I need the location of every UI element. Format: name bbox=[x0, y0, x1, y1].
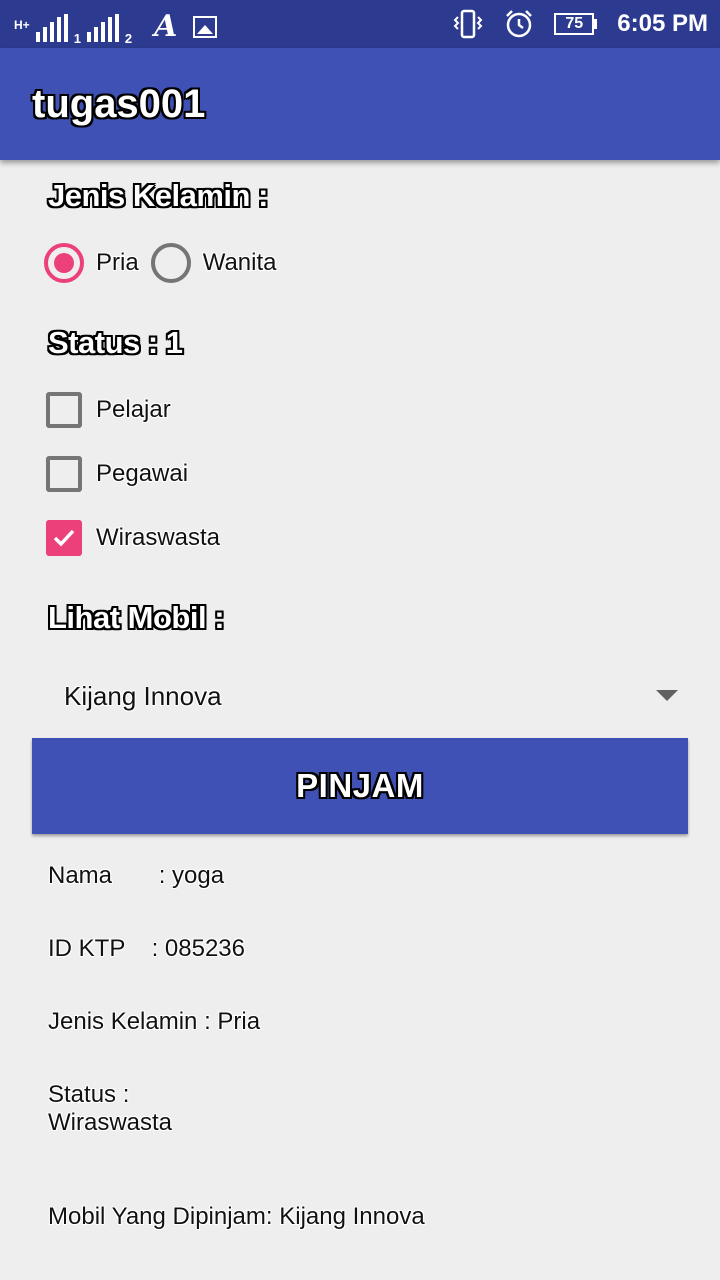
checkbox-pelajar[interactable] bbox=[46, 392, 82, 428]
status-heading: Status : 1 bbox=[48, 325, 183, 360]
result-status-value: Wiraswasta bbox=[48, 1109, 173, 1136]
result-jenis-kelamin: Jenis Kelamin : Pria bbox=[48, 1008, 261, 1035]
car-heading: Lihat Mobil : bbox=[48, 600, 225, 635]
checkbox-pegawai[interactable] bbox=[46, 456, 82, 492]
dropdown-arrow-icon[interactable] bbox=[656, 690, 678, 701]
checkbox-wiraswasta-label[interactable]: Wiraswasta bbox=[96, 524, 220, 552]
alarm-icon bbox=[506, 10, 533, 38]
pinjam-button[interactable]: PINJAM bbox=[32, 738, 688, 834]
check-icon bbox=[53, 529, 75, 547]
vibrate-icon bbox=[453, 9, 483, 39]
signal-icon bbox=[35, 14, 68, 42]
signal-icon bbox=[86, 14, 119, 42]
checkbox-pelajar-row[interactable]: Pelajar bbox=[46, 392, 171, 428]
radio-wanita-label[interactable]: Wanita bbox=[203, 249, 277, 277]
car-spinner-value[interactable]: Kijang Innova bbox=[64, 681, 222, 712]
clock: 6:05 PM bbox=[617, 10, 708, 37]
checkbox-wiraswasta[interactable] bbox=[46, 520, 82, 556]
radio-wanita[interactable] bbox=[150, 243, 191, 283]
status-bar: H+ 1 2 A 75 6:05 PM bbox=[0, 0, 720, 48]
status-bar-left: H+ 1 2 A bbox=[14, 8, 218, 46]
sim1-label: 1 bbox=[73, 31, 81, 46]
result-nama: Nama : yoga bbox=[48, 862, 225, 889]
gender-radio-group: Pria Wanita bbox=[44, 243, 289, 283]
battery-icon: 75 bbox=[554, 13, 598, 35]
result-status-label: Status : bbox=[48, 1081, 130, 1108]
checkbox-wiraswasta-row[interactable]: Wiraswasta bbox=[46, 520, 220, 556]
sim2-label: 2 bbox=[124, 31, 133, 46]
checkbox-pelajar-label[interactable]: Pelajar bbox=[96, 396, 171, 424]
checkbox-pegawai-row[interactable]: Pegawai bbox=[46, 456, 188, 492]
result-mobil: Mobil Yang Dipinjam: Kijang Innova bbox=[48, 1203, 425, 1230]
car-spinner[interactable]: Kijang Innova bbox=[32, 668, 688, 726]
image-icon bbox=[193, 16, 218, 38]
pinjam-button-label[interactable]: PINJAM bbox=[296, 767, 424, 805]
app-title: tugas001 bbox=[32, 82, 206, 126]
result-id-ktp: ID KTP : 085236 bbox=[48, 935, 246, 962]
status-bar-right: 75 6:05 PM bbox=[452, 6, 708, 42]
radio-pria-label[interactable]: Pria bbox=[96, 249, 139, 277]
radio-pria[interactable] bbox=[44, 243, 84, 283]
checkbox-pegawai-label[interactable]: Pegawai bbox=[96, 460, 188, 488]
battery-level: 75 bbox=[554, 13, 595, 35]
font-icon: A bbox=[154, 9, 178, 44]
gender-heading: Jenis Kelamin : bbox=[48, 178, 268, 213]
app-bar: tugas001 bbox=[0, 48, 720, 160]
network-type: H+ bbox=[14, 18, 30, 32]
